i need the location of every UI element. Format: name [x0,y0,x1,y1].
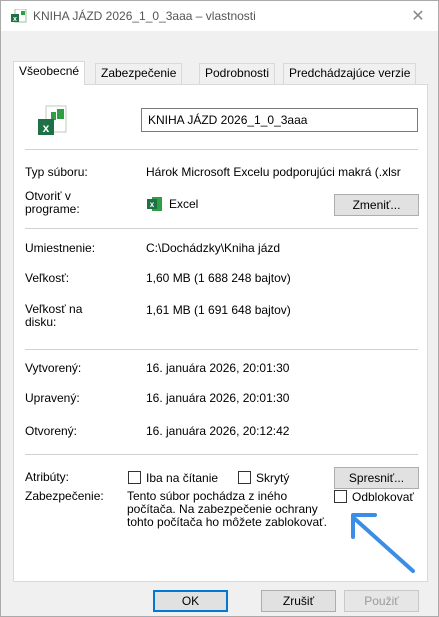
readonly-checkbox[interactable] [128,471,141,484]
window-title: KNIHA JÁZD 2026_1_0_3aaa – vlastnosti [33,9,256,23]
tab-security[interactable]: Zabezpečenie [95,63,183,84]
cancel-button[interactable]: Zrušiť [261,590,336,612]
title-bar: x KNIHA JÁZD 2026_1_0_3aaa – vlastnosti … [1,1,438,31]
arrow-annotation-icon [351,513,415,573]
tab-previous-versions[interactable]: Predchádzajúce verzie [283,63,417,84]
readonly-label[interactable]: Iba na čítanie [146,471,218,485]
tab-details[interactable]: Podrobnosti [199,63,276,84]
security-label: Zabezpečenie: [25,489,104,503]
tab-strip: Všeobecné Zabezpečenie Podrobnosti Predc… [13,61,428,85]
svg-text:x: x [150,200,155,209]
opens-with-label: Otvoriť v programe: [25,189,80,216]
excel-file-icon: x [38,105,67,135]
size-on-disk-value: 1,61 MB (1 691 648 bajtov) [146,303,291,317]
size-label: Veľkosť: [25,271,70,285]
attributes-label: Atribúty: [25,470,70,484]
change-button[interactable]: Zmeniť... [334,194,419,216]
apply-button[interactable]: Použiť [344,590,419,612]
size-value: 1,60 MB (1 688 248 bajtov) [146,271,291,285]
accessed-label: Otvorený: [25,424,78,438]
security-text: Tento súbor pochádza z iného počítača. N… [127,489,327,529]
hidden-checkbox[interactable] [238,471,251,484]
advanced-button[interactable]: Spresniť... [334,467,419,489]
file-type-label: Typ súboru: [25,165,88,179]
accessed-value: 16. januára 2026, 20:12:42 [146,424,290,438]
separator [25,149,418,150]
size-on-disk-label: Veľkosť na disku: [25,302,83,329]
modified-label: Upravený: [25,391,80,405]
created-label: Vytvorený: [25,361,82,375]
properties-dialog: x KNIHA JÁZD 2026_1_0_3aaa – vlastnosti … [0,0,439,617]
svg-text:x: x [13,16,17,23]
svg-text:x: x [43,121,50,135]
modified-value: 16. januára 2026, 20:01:30 [146,391,290,405]
file-name-input[interactable] [141,108,418,132]
location-label: Umiestnenie: [25,241,96,255]
location-value: C:\Dochádzky\Kniha jázd [146,241,281,255]
excel-file-icon: x [11,9,27,23]
tab-general[interactable]: Všeobecné [13,61,86,85]
opens-with-value: Excel [169,197,199,211]
hidden-label[interactable]: Skrytý [256,471,289,485]
ok-button[interactable]: OK [153,590,228,612]
excel-app-icon: x [147,197,162,211]
separator [25,228,418,229]
separator [25,349,418,350]
close-icon[interactable]: ✕ [398,1,438,31]
created-value: 16. januára 2026, 20:01:30 [146,361,290,375]
separator [25,454,418,455]
file-type-value: Hárok Microsoft Excelu podporujúci makrá… [146,165,401,179]
